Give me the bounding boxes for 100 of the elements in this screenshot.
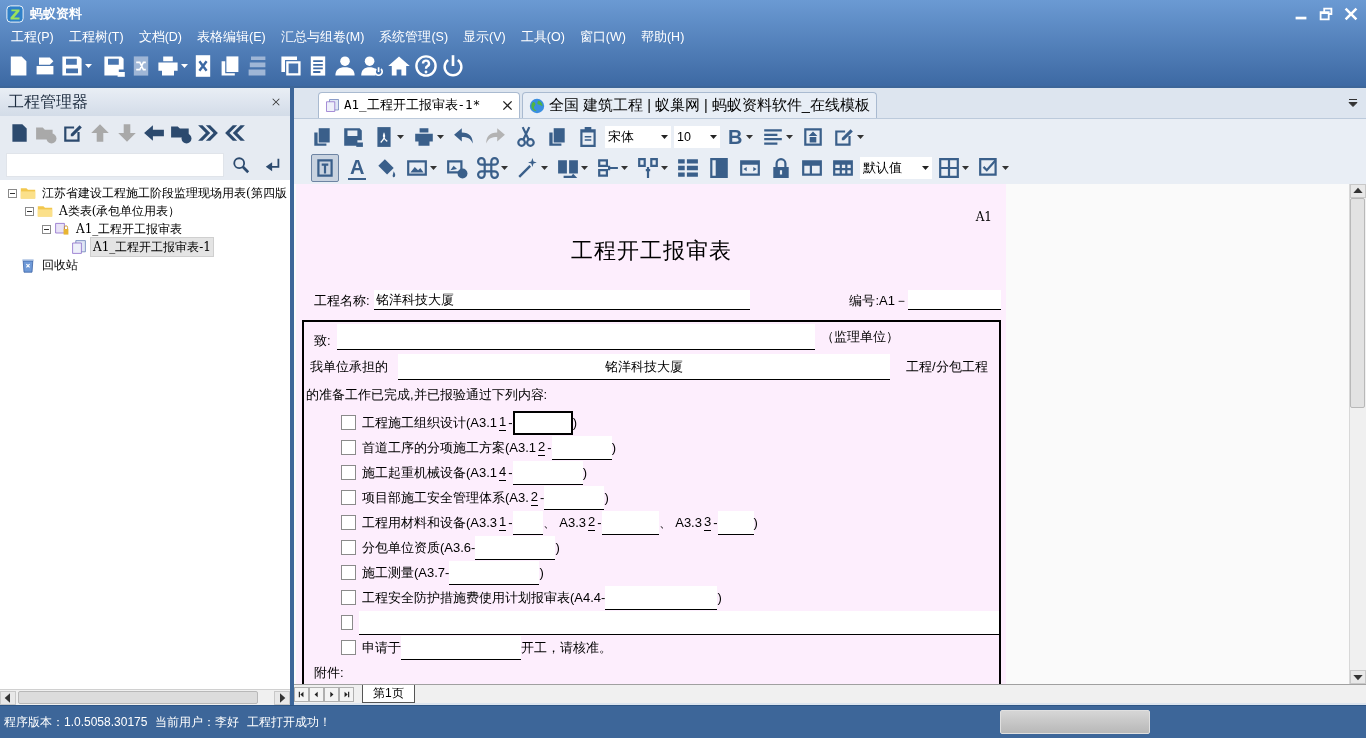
scroll-up-icon[interactable] [1350,184,1366,198]
stamp-icon[interactable] [802,126,825,148]
fill-in-field[interactable] [605,585,718,610]
menu-item[interactable]: 窗口(W) [574,28,631,47]
fill-in-field[interactable] [401,635,521,660]
edit-icon[interactable] [833,126,856,148]
scroll-left-icon[interactable] [0,690,16,705]
bold-button[interactable]: B [726,126,745,148]
format-icon[interactable] [311,154,339,182]
dropdown-field[interactable]: 默认值 [860,157,933,179]
caret-icon[interactable] [962,166,970,170]
menu-item[interactable]: 汇总与组卷(M) [275,28,370,47]
recipient-field[interactable] [336,324,815,350]
search-field[interactable] [6,153,224,177]
tab-menu-icon[interactable] [1348,98,1358,108]
fill-in-field[interactable] [512,510,543,535]
menu-item[interactable]: 工程树(T) [63,28,129,47]
menu-item[interactable]: 工程(P) [6,28,59,47]
tree-item[interactable]: A类表(承包单位用表） [56,201,184,221]
project-field[interactable]: 铭洋科技大厦 [398,354,890,380]
fill-in-field[interactable] [512,460,583,485]
menu-item[interactable]: 工具(O) [515,28,570,47]
menu-item[interactable]: 系统管理(S) [374,28,454,47]
scroll-right-icon[interactable] [274,690,290,705]
fill-in-field[interactable] [449,560,540,585]
menu-item[interactable]: 表格编辑(E) [192,28,271,47]
number-field[interactable] [908,290,1001,310]
checkbox[interactable] [341,465,356,480]
document-tab[interactable]: A1_工程开工报审表-1* [318,92,521,118]
caret-icon[interactable] [85,64,92,68]
fill-in-field[interactable] [551,435,612,460]
command-icon[interactable] [477,157,500,179]
fill-in-field[interactable] [359,610,999,635]
menu-item[interactable]: 显示(V) [458,28,511,47]
close-icon[interactable] [502,100,514,111]
double-right-icon[interactable] [197,122,219,144]
close-icon[interactable] [270,96,282,108]
caret-icon[interactable] [181,64,188,68]
first-page-icon[interactable] [294,686,309,702]
checkbox[interactable] [341,615,353,630]
caret-icon[interactable] [430,166,438,170]
caret-icon[interactable] [786,135,794,139]
user-power-icon[interactable] [360,54,384,78]
checkbox[interactable] [341,490,356,505]
enter-icon[interactable] [264,156,282,174]
caret-icon[interactable] [541,166,549,170]
caret-icon[interactable] [857,135,865,139]
power-icon[interactable] [441,54,465,78]
split-vertical-icon[interactable] [637,157,660,179]
caret-icon[interactable] [501,166,509,170]
document-tab[interactable]: 全国 建筑工程 | 蚁巢网 | 蚂蚁资料软件_在线模板 [522,92,877,118]
next-page-icon[interactable] [324,686,339,702]
caret-icon[interactable] [746,135,754,139]
caret-icon[interactable] [661,166,669,170]
help-icon[interactable] [414,54,438,78]
save-as-icon[interactable] [342,126,364,148]
double-left-icon[interactable] [224,122,246,144]
checkbox[interactable] [341,590,356,605]
scissors-icon[interactable] [515,126,537,148]
menu-item[interactable]: 帮助(H) [635,28,690,47]
caret-icon[interactable] [621,166,629,170]
checkbox[interactable] [341,415,356,430]
fill-in-field[interactable] [601,510,659,535]
checkbox[interactable] [341,440,356,455]
checkbox[interactable] [341,540,356,555]
row-height-icon[interactable] [708,157,731,179]
tree-item[interactable]: 江苏省建设工程施工阶段监理现场用表(第四版 [39,183,290,203]
scrollbar-thumb[interactable] [18,691,258,704]
fill-in-field[interactable] [717,510,754,535]
fill-in-field[interactable] [512,410,573,435]
grid-icon[interactable] [832,157,855,179]
align-lines-icon[interactable] [762,126,785,148]
collapse-icon[interactable] [25,206,34,216]
copy-icon[interactable] [546,126,568,148]
tree-item[interactable]: A1_工程开工报审表 [73,219,186,239]
image-icon[interactable] [406,157,429,179]
merge-documents-icon[interactable] [557,157,580,179]
last-page-icon[interactable] [339,686,354,702]
fill-in-field[interactable] [475,535,556,560]
checkbox[interactable] [341,515,356,530]
home-icon[interactable] [387,54,411,78]
dropdown-field[interactable]: 10 [674,126,720,148]
clipboard-icon[interactable] [577,126,599,148]
tree-item[interactable]: A1_工程开工报审表-1 [90,237,214,257]
sheet-tab[interactable]: 第1页 [362,685,415,703]
collapse-icon[interactable] [8,188,17,198]
windows-icon[interactable] [279,54,303,78]
name-field[interactable]: 铭洋科技大厦 [373,290,750,310]
copy-icon[interactable] [311,126,333,148]
caret-icon[interactable] [437,135,444,139]
column-width-icon[interactable] [739,157,762,179]
table-icon[interactable] [801,157,824,179]
search-icon[interactable] [232,156,250,174]
fill-in-field[interactable] [544,485,605,510]
caret-icon[interactable] [1002,166,1010,170]
printer-icon[interactable] [413,126,435,148]
previous-page-icon[interactable] [309,686,324,702]
printer-icon[interactable] [156,54,180,78]
checkbox[interactable] [341,640,356,655]
caret-icon[interactable] [397,135,404,139]
